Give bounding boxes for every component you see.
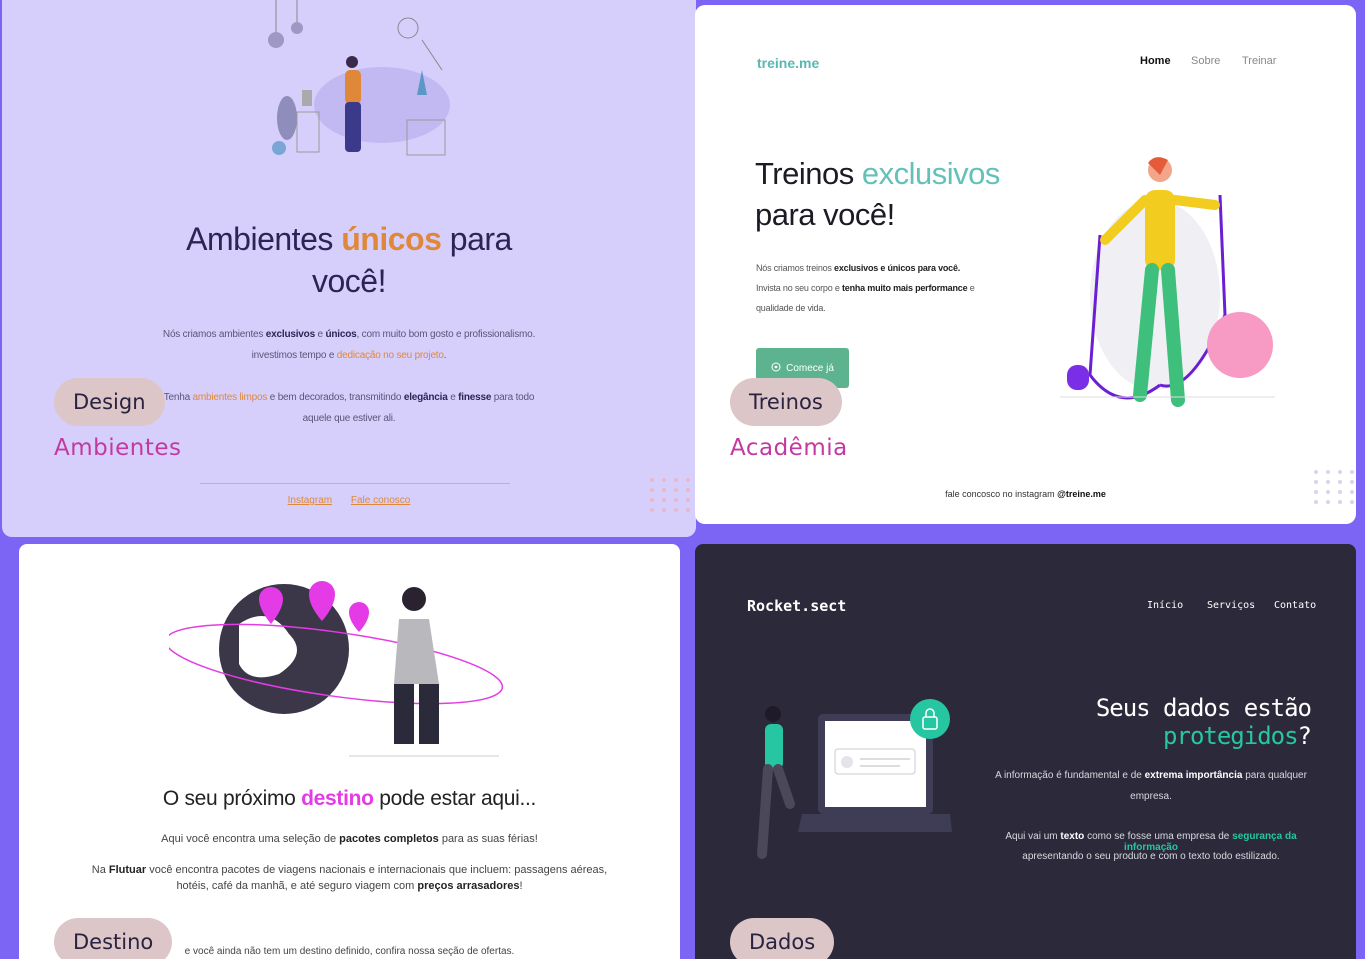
hero-title: Ambientes únicos para você!: [186, 221, 512, 299]
hero-paragraph: qualidade de vida.: [756, 303, 826, 313]
hero-paragraph: apresentando o seu produto e com o texto…: [1022, 851, 1280, 862]
divider: [200, 483, 510, 484]
tag-badge-design[interactable]: Design: [54, 378, 165, 426]
tag-badge-treinos[interactable]: Treinos: [730, 378, 842, 426]
nav-treinar[interactable]: Treinar: [1242, 55, 1276, 67]
hero-paragraph: Aqui você encontra uma seleção de pacote…: [161, 833, 538, 845]
nav-contato[interactable]: Contato: [1274, 600, 1316, 611]
dots-decoration: [650, 478, 690, 512]
tag-badge-dados[interactable]: Dados: [730, 918, 835, 959]
hero-paragraph: Aqui vai um texto como se fosse uma empr…: [1005, 831, 1297, 853]
category-label-ambientes: Ambientes: [54, 435, 182, 461]
nav-sobre[interactable]: Sobre: [1191, 55, 1220, 67]
security-laptop-illustration: [757, 699, 952, 859]
whatsapp-icon: [771, 362, 781, 375]
hero-title: O seu próximo destino pode estar aqui...: [162, 787, 537, 810]
footer-text: fale concosco no instagram @treine.me: [945, 489, 1106, 499]
project-card-destino[interactable]: O seu próximo destino pode estar aqui...…: [19, 544, 680, 959]
hero-paragraph: Na Flutuar você encontra pacotes de viag…: [91, 864, 608, 876]
category-label-academia: Acadêmia: [730, 435, 848, 461]
nav-servicos[interactable]: Serviços: [1207, 600, 1255, 611]
hero-paragraph: investimos tempo e dedicação no seu proj…: [251, 350, 447, 361]
project-card-dados[interactable]: Rocket.sect Início Serviços Contato Seus…: [695, 544, 1356, 959]
site-logo[interactable]: Rocket.sect: [747, 597, 846, 615]
hero-paragraph: Invista no seu corpo e tenha muito mais …: [756, 283, 975, 293]
nav-inicio[interactable]: Início: [1147, 600, 1183, 611]
footer-links: Instagram Fale conosco: [2, 495, 696, 506]
hero-paragraph: hotéis, café da manhã, e até seguro viag…: [176, 880, 523, 892]
hero-paragraph: empresa.: [1130, 791, 1172, 802]
instagram-link[interactable]: Instagram: [288, 495, 332, 506]
hero-paragraph: Nós criamos ambientes exclusivos e único…: [162, 329, 536, 340]
nav-home[interactable]: Home: [1140, 55, 1171, 67]
hero-paragraph: Nós criamos treinos exclusivos e únicos …: [756, 263, 961, 273]
jump-rope-illustration: [1060, 157, 1275, 407]
room-illustration: [268, 0, 450, 156]
tag-badge-destino[interactable]: Destino: [54, 918, 173, 959]
travel-globe-illustration: [169, 581, 504, 757]
dots-decoration: [1314, 470, 1354, 504]
hero-title: Seus dados estão protegidos?: [1095, 694, 1312, 750]
contact-link[interactable]: Fale conosco: [351, 495, 410, 506]
hero-title: Treinos exclusivos para você!: [755, 156, 1000, 232]
hero-paragraph: A informação é fundamental e de extrema …: [995, 770, 1307, 781]
site-logo[interactable]: treine.me: [757, 55, 819, 71]
